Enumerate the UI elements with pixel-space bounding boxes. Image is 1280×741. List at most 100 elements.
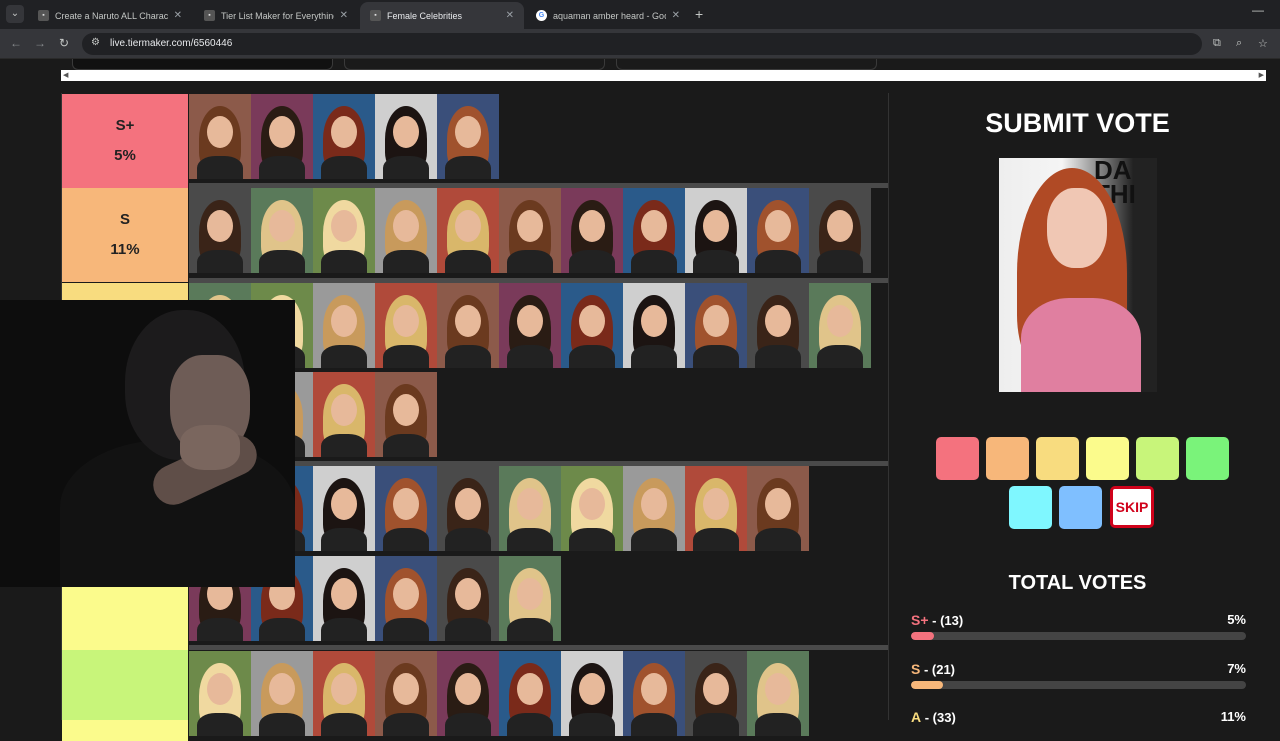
celebrity-thumbnail[interactable] <box>561 651 623 736</box>
celebrity-thumbnail[interactable] <box>375 651 437 736</box>
celebrity-thumbnail[interactable] <box>623 188 685 273</box>
celebrity-thumbnail[interactable] <box>499 556 561 641</box>
thumbnail-face <box>331 673 357 705</box>
celebrity-thumbnail[interactable] <box>313 188 375 273</box>
thumbnail-face <box>517 673 543 705</box>
celebrity-thumbnail[interactable] <box>313 651 375 736</box>
thumbnail-body <box>755 250 801 273</box>
thumbnail-face <box>517 578 543 610</box>
celebrity-thumbnail[interactable] <box>685 466 747 551</box>
celebrity-thumbnail[interactable] <box>809 188 871 273</box>
reload-icon[interactable]: ↻ <box>59 36 69 50</box>
vote-tier-button[interactable] <box>1009 486 1052 529</box>
celebrity-thumbnail[interactable] <box>623 651 685 736</box>
celebrity-thumbnail[interactable] <box>499 466 561 551</box>
celebrity-thumbnail[interactable] <box>623 283 685 368</box>
close-tab-icon[interactable]: ✕ <box>174 10 182 21</box>
celebrity-thumbnail[interactable] <box>499 283 561 368</box>
close-tab-icon[interactable]: ✕ <box>672 10 680 21</box>
skip-button[interactable]: SKIP <box>1110 486 1154 528</box>
celebrity-thumbnail[interactable] <box>313 466 375 551</box>
celebrity-thumbnail[interactable] <box>685 188 747 273</box>
celebrity-thumbnail[interactable] <box>437 283 499 368</box>
horizontal-scrollbar[interactable]: ◀ ▶ <box>61 70 1266 81</box>
celebrity-thumbnail[interactable] <box>747 466 809 551</box>
celebrity-thumbnail[interactable] <box>313 372 375 457</box>
tab-google-search[interactable]: G aquaman amber heard - Googl ✕ <box>526 2 690 29</box>
site-nav-tab[interactable] <box>616 59 877 70</box>
celebrity-thumbnail[interactable] <box>251 651 313 736</box>
celebrity-thumbnail[interactable] <box>437 466 499 551</box>
celebrity-thumbnail[interactable] <box>375 94 437 179</box>
site-info-icon[interactable]: ⚙ <box>91 37 100 48</box>
close-tab-icon[interactable]: ✕ <box>506 10 514 21</box>
thumbnail-body <box>445 250 491 273</box>
tab-search-icon[interactable]: ⌄ <box>6 5 24 23</box>
celebrity-thumbnail[interactable] <box>375 466 437 551</box>
celebrity-thumbnail[interactable] <box>561 188 623 273</box>
celebrity-thumbnail[interactable] <box>189 188 251 273</box>
vote-tier-button[interactable] <box>1136 437 1179 480</box>
zoom-icon[interactable]: ⌕ <box>1236 37 1242 50</box>
celebrity-thumbnail[interactable] <box>313 556 375 641</box>
celebrity-thumbnail[interactable] <box>809 283 871 368</box>
address-bar[interactable]: ⚙ live.tiermaker.com/6560446 <box>82 33 1202 55</box>
thumbnail-face <box>331 488 357 520</box>
thumbnail-face <box>827 305 853 337</box>
celebrity-thumbnail[interactable] <box>685 651 747 736</box>
celebrity-thumbnail[interactable] <box>189 94 251 179</box>
celebrity-thumbnail[interactable] <box>437 651 499 736</box>
site-nav-tab[interactable] <box>72 59 333 70</box>
celebrity-thumbnail[interactable] <box>561 466 623 551</box>
celebrity-thumbnail[interactable] <box>685 283 747 368</box>
celebrity-thumbnail[interactable] <box>561 283 623 368</box>
celebrity-thumbnail[interactable] <box>747 283 809 368</box>
tab-female-celebrities[interactable]: ▪ Female Celebrities ✕ <box>360 2 524 29</box>
minimize-window-icon[interactable]: — <box>1252 3 1264 17</box>
back-arrow-icon[interactable]: ← <box>10 36 22 50</box>
celebrity-thumbnail[interactable] <box>189 651 251 736</box>
celebrity-thumbnail[interactable] <box>251 188 313 273</box>
thumbnail-face <box>579 305 605 337</box>
celebrity-thumbnail[interactable] <box>313 283 375 368</box>
tab-tier-list-maker[interactable]: ▪ Tier List Maker for Everything - ✕ <box>194 2 358 29</box>
celebrity-thumbnail[interactable] <box>623 466 685 551</box>
vote-tier-button[interactable] <box>1059 486 1102 529</box>
translate-icon[interactable]: ⧉ <box>1213 37 1221 50</box>
celebrity-thumbnail[interactable] <box>375 556 437 641</box>
celebrity-thumbnail[interactable] <box>313 94 375 179</box>
close-tab-icon[interactable]: ✕ <box>340 10 348 21</box>
celebrity-thumbnail[interactable] <box>375 372 437 457</box>
celebrity-thumbnail[interactable] <box>375 283 437 368</box>
celebrity-thumbnail[interactable] <box>437 556 499 641</box>
celebrity-thumbnail[interactable] <box>499 651 561 736</box>
scroll-right-arrow-icon[interactable]: ▶ <box>1259 70 1264 81</box>
site-nav-tab[interactable] <box>344 59 605 70</box>
thumbnail-body <box>631 713 677 736</box>
bookmark-star-icon[interactable]: ☆ <box>1258 37 1268 50</box>
thumbnail-body <box>445 618 491 641</box>
url-text[interactable]: live.tiermaker.com/6560446 <box>110 38 232 49</box>
vote-tier-button[interactable] <box>936 437 979 480</box>
celebrity-thumbnail[interactable] <box>251 94 313 179</box>
vote-tier-button[interactable] <box>1086 437 1129 480</box>
vote-tier-button[interactable] <box>1036 437 1079 480</box>
scroll-left-arrow-icon[interactable]: ◀ <box>63 70 68 81</box>
thumbnail-face <box>827 210 853 242</box>
celebrity-thumbnail[interactable] <box>747 188 809 273</box>
forward-arrow-icon[interactable]: → <box>34 36 46 50</box>
tab-title: Female Celebrities <box>387 10 463 21</box>
thumbnail-body <box>197 713 243 736</box>
celebrity-thumbnail[interactable] <box>437 94 499 179</box>
new-tab-plus-icon[interactable]: + <box>695 6 703 22</box>
thumbnail-body <box>259 713 305 736</box>
celebrity-thumbnail[interactable] <box>499 188 561 273</box>
celebrity-thumbnail[interactable] <box>437 188 499 273</box>
thumbnail-face <box>765 210 791 242</box>
vote-tier-button[interactable] <box>1186 437 1229 480</box>
vote-stat-bar <box>911 681 1246 689</box>
vote-tier-button[interactable] <box>986 437 1029 480</box>
celebrity-thumbnail[interactable] <box>747 651 809 736</box>
celebrity-thumbnail[interactable] <box>375 188 437 273</box>
tab-naruto[interactable]: ▪ Create a Naruto ALL Character ✕ <box>28 2 192 29</box>
